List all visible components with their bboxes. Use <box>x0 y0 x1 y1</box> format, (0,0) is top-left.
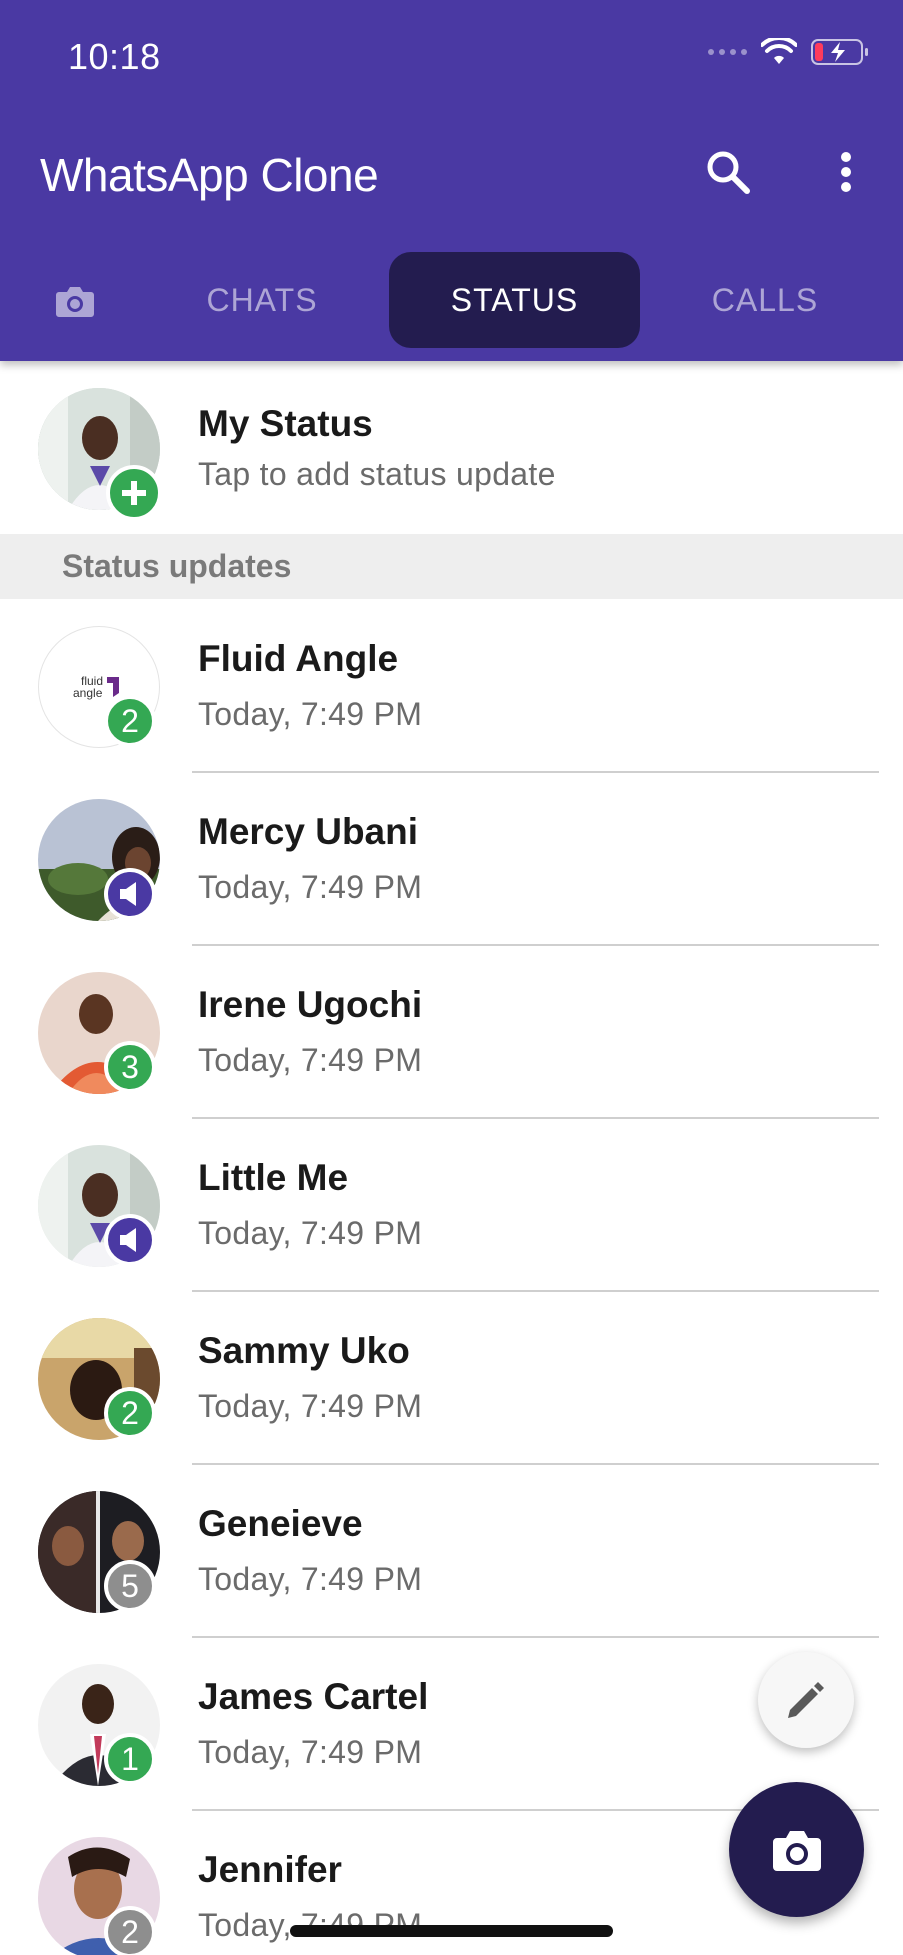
list-item[interactable]: 5 Geneieve Today, 7:49 PM <box>0 1465 903 1638</box>
status-time: Today, 7:49 PM <box>198 1561 423 1597</box>
more-vert-icon <box>841 152 851 192</box>
contact-name: James Cartel <box>198 1676 429 1717</box>
search-icon <box>707 151 750 194</box>
home-indicator[interactable] <box>290 1925 613 1937</box>
section-header: Status updates <box>0 534 903 599</box>
wifi-icon <box>761 38 797 64</box>
list-item[interactable]: Little Me Today, 7:49 PM <box>0 1119 903 1292</box>
tab-camera[interactable] <box>48 274 102 328</box>
status-time: Today, 7:49 PM <box>198 869 423 905</box>
contact-name: Fluid Angle <box>198 638 399 679</box>
contact-name: Geneieve <box>198 1503 363 1544</box>
status-bar-time: 10:18 <box>68 36 161 77</box>
search-button[interactable] <box>700 144 756 200</box>
status-time: Today, 7:49 PM <box>198 1734 423 1770</box>
contact-name: Sammy Uko <box>198 1330 410 1371</box>
audio-status-badge <box>104 1214 156 1266</box>
tab-status[interactable]: STATUS <box>389 252 640 348</box>
svg-text:angle: angle <box>73 686 103 700</box>
pencil-icon <box>788 1682 824 1718</box>
tab-calls[interactable]: CALLS <box>645 252 885 348</box>
speaker-icon <box>120 882 136 906</box>
contact-name: Jennifer <box>198 1849 342 1890</box>
status-time: Today, 7:49 PM <box>198 1388 423 1424</box>
camera-icon <box>772 1830 821 1871</box>
signal-icon <box>708 49 747 55</box>
contact-name: Mercy Ubani <box>198 811 419 852</box>
status-bar-icons <box>708 38 869 66</box>
list-item[interactable]: 2 Sammy Uko Today, 7:49 PM <box>0 1292 903 1465</box>
status-count-badge: 3 <box>104 1041 156 1093</box>
contact-name: Little Me <box>198 1157 349 1198</box>
section-header-label: Status updates <box>62 548 292 584</box>
tab-chats[interactable]: CHATS <box>142 252 382 348</box>
camera-icon <box>56 287 94 317</box>
status-time: Today, 7:49 PM <box>198 1042 423 1078</box>
more-options-button[interactable] <box>826 144 866 200</box>
add-status-badge[interactable] <box>106 465 162 521</box>
status-count-badge: 5 <box>104 1560 156 1612</box>
app-header: 10:18 WhatsApp Clone CHATS STATUS CALLS <box>0 0 903 361</box>
my-status-subtitle: Tap to add status update <box>198 456 556 492</box>
camera-status-button[interactable] <box>729 1782 864 1917</box>
plus-icon <box>122 481 146 505</box>
status-count-badge: 2 <box>104 695 156 747</box>
list-item[interactable]: 3 Irene Ugochi Today, 7:49 PM <box>0 946 903 1119</box>
text-status-button[interactable] <box>758 1652 854 1748</box>
list-item[interactable]: fluid angle 2 Fluid Angle Today, 7:49 PM <box>0 600 903 773</box>
tab-bar: CHATS STATUS CALLS <box>0 252 903 350</box>
status-time: Today, 7:49 PM <box>198 696 423 732</box>
speaker-icon <box>120 1228 136 1252</box>
audio-status-badge <box>104 868 156 920</box>
contact-name: Irene Ugochi <box>198 984 423 1025</box>
list-item[interactable]: Mercy Ubani Today, 7:49 PM <box>0 773 903 946</box>
app-title: WhatsApp Clone <box>40 149 379 201</box>
status-count-badge: 1 <box>104 1733 156 1785</box>
my-status-name: My Status <box>198 403 373 444</box>
battery-icon <box>811 39 868 65</box>
status-count-badge: 2 <box>104 1387 156 1439</box>
status-time: Today, 7:49 PM <box>198 1215 423 1251</box>
my-status-row[interactable]: My Status Tap to add status update <box>0 361 903 533</box>
status-count-badge: 2 <box>104 1906 156 1955</box>
